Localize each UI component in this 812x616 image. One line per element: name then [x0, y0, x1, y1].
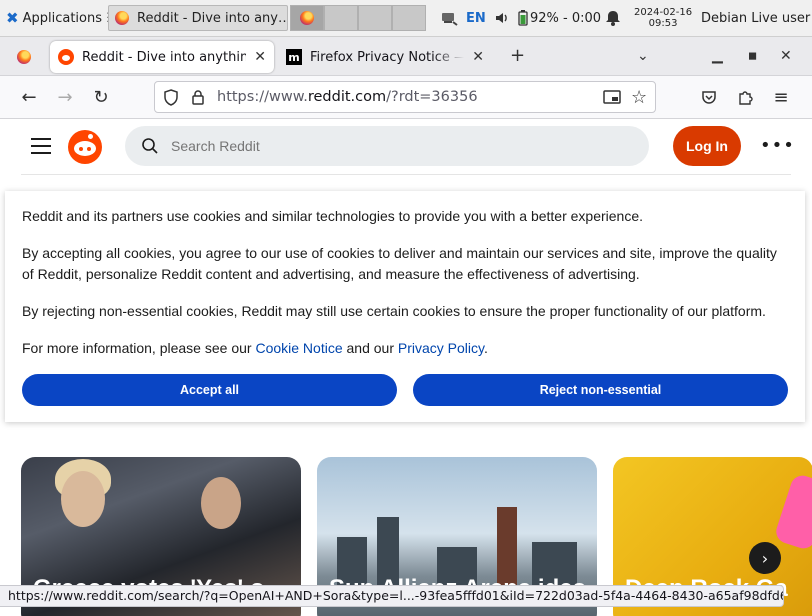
search-icon — [142, 138, 158, 154]
keyboard-layout[interactable]: EN — [466, 11, 486, 26]
reject-non-essential-button[interactable]: Reject non-essential — [413, 374, 788, 406]
more-options-ellipsis-icon[interactable]: ••• — [760, 135, 795, 156]
workspace-1[interactable] — [290, 5, 324, 31]
new-tab-plus-icon[interactable]: + — [510, 46, 525, 66]
forward-arrow-icon[interactable]: → — [54, 86, 76, 108]
accept-all-button[interactable]: Accept all — [22, 374, 397, 406]
back-arrow-icon[interactable]: ← — [18, 86, 40, 108]
privacy-policy-link[interactable]: Privacy Policy — [398, 340, 484, 356]
applications-label: Applications — [22, 10, 102, 26]
reddit-favicon-icon — [58, 49, 74, 65]
taskbar-window-title: Reddit - Dive into any… — [137, 10, 288, 26]
tab-close-icon[interactable]: ✕ — [254, 49, 266, 65]
clock-time: 09:53 — [648, 18, 678, 29]
clock[interactable]: 2024-02-16 09:53 — [634, 0, 692, 36]
tab-strip: Reddit - Dive into anything ✕ m Firefox … — [0, 37, 812, 76]
link-status-bar: https://www.reddit.com/search/?q=OpenAI+… — [0, 585, 784, 607]
carousel-next-chevron-icon[interactable]: › — [749, 542, 781, 574]
firefox-icon — [17, 50, 31, 64]
firefox-view-button[interactable] — [6, 41, 42, 73]
header-divider — [21, 174, 791, 175]
navigation-toolbar: ← → ↻ https://www.reddit.com/?rdt=36356 … — [0, 76, 812, 119]
desktop-taskbar: ✖ Applications ☰ Reddit - Dive into any…… — [0, 0, 812, 37]
battery-text: 92% - 0:00 — [530, 10, 602, 26]
maximize-window-icon[interactable]: ◼ — [748, 46, 757, 66]
tab-reddit[interactable]: Reddit - Dive into anything ✕ — [50, 41, 274, 73]
cookie-text-reject: By rejecting non-essential cookies, Redd… — [22, 303, 766, 319]
network-icon[interactable] — [440, 0, 458, 36]
tab-title: Reddit - Dive into anything — [82, 49, 247, 65]
workspace-4[interactable] — [392, 5, 426, 31]
cookie-text-more-info: For more information, please see our Coo… — [22, 340, 488, 356]
tab-close-icon[interactable]: ✕ — [472, 49, 484, 65]
cookie-consent-banner: Reddit and its partners use cookies and … — [5, 191, 805, 422]
battery-indicator[interactable]: 92% - 0:00 — [518, 0, 601, 36]
shield-icon[interactable] — [163, 89, 179, 110]
log-in-button[interactable]: Log In — [673, 126, 741, 166]
reload-icon[interactable]: ↻ — [90, 86, 112, 108]
url-bar[interactable]: https://www.reddit.com/?rdt=36356 ☆ — [154, 81, 656, 113]
search-input[interactable] — [169, 137, 613, 155]
close-window-icon[interactable]: ✕ — [780, 46, 792, 66]
picture-in-picture-icon[interactable] — [603, 89, 621, 109]
session-user[interactable]: Debian Live user — [701, 11, 810, 26]
firefox-icon — [115, 11, 129, 25]
volume-icon[interactable] — [494, 0, 510, 36]
minimize-window-icon[interactable]: ▁ — [712, 46, 723, 66]
search-bar[interactable] — [125, 126, 649, 166]
battery-icon — [518, 10, 528, 26]
app-menu-hamburger-icon[interactable]: ≡ — [770, 86, 792, 108]
reddit-header: Log In ••• — [0, 119, 812, 173]
pocket-icon[interactable] — [698, 86, 720, 108]
cookie-text-intro: Reddit and its partners use cookies and … — [22, 208, 644, 224]
tab-firefox-privacy[interactable]: m Firefox Privacy Notice — Mozilla ✕ — [278, 41, 492, 73]
url-text: https://www.reddit.com/?rdt=36356 — [217, 89, 478, 105]
taskbar-window-button[interactable]: Reddit - Dive into any… — [108, 5, 288, 31]
workspace-3[interactable] — [358, 5, 392, 31]
page-content: Log In ••• Reddit and its partners use c… — [0, 119, 812, 616]
applications-menu[interactable]: ✖ Applications ☰ — [6, 9, 118, 27]
lock-icon[interactable] — [191, 89, 205, 109]
firefox-icon — [300, 11, 314, 25]
tab-title: Firefox Privacy Notice — Mozilla — [310, 49, 464, 65]
xfce-logo-icon: ✖ — [6, 9, 19, 27]
workspace-2[interactable] — [324, 5, 358, 31]
reddit-logo-icon[interactable] — [68, 130, 102, 164]
list-all-tabs-chevron-icon[interactable]: ⌄ — [637, 46, 649, 66]
cookie-notice-link[interactable]: Cookie Notice — [255, 340, 342, 356]
mozilla-favicon-icon: m — [286, 49, 302, 65]
notification-bell-icon[interactable] — [606, 0, 620, 36]
extensions-puzzle-icon[interactable] — [734, 86, 756, 108]
clock-date: 2024-02-16 — [634, 7, 693, 18]
cookie-text-accept: By accepting all cookies, you agree to o… — [22, 245, 777, 282]
bookmark-star-icon[interactable]: ☆ — [631, 87, 647, 108]
menu-hamburger-icon[interactable] — [31, 138, 51, 159]
